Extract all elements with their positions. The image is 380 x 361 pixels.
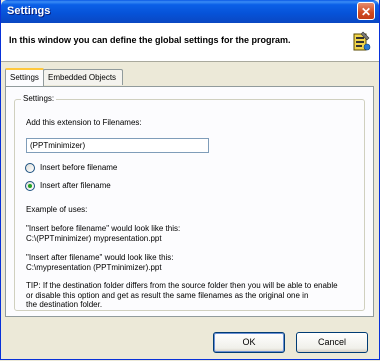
tab-settings[interactable]: Settings (5, 68, 44, 86)
extension-input[interactable] (26, 138, 209, 153)
tab-embedded-objects[interactable]: Embedded Objects (43, 69, 123, 85)
radio-insert-before[interactable] (25, 163, 35, 173)
example-before-line1: "Insert before filename" would look like… (26, 224, 181, 233)
settings-tab-panel: Settings: Add this extension to Filename… (5, 86, 374, 317)
header-description: In this window you can define the global… (9, 35, 291, 45)
extension-label: Add this extension to Filenames: (26, 118, 142, 127)
tip-line3: the destination folder. (26, 300, 103, 309)
title-bar[interactable]: Settings ✕ (1, 0, 379, 23)
group-label: Settings: (21, 94, 57, 103)
example-before-line2: C:\(PPTminimizer) mypresentation.ppt (26, 234, 162, 243)
close-icon: ✕ (360, 5, 372, 19)
ok-button[interactable]: OK (213, 332, 285, 353)
tip-line2: or disable this option and get as result… (26, 291, 309, 300)
example-heading: Example of uses: (26, 205, 88, 214)
header-banner: In this window you can define the global… (1, 23, 379, 62)
settings-group: Settings: Add this extension to Filename… (14, 94, 365, 311)
radio-insert-after[interactable] (25, 181, 35, 191)
example-after-line1: "Insert after filename" would look like … (26, 253, 174, 262)
tab-settings-label: Settings (10, 73, 39, 82)
ok-button-label: OK (242, 337, 256, 347)
settings-tools-icon (353, 31, 371, 51)
tab-embedded-objects-label: Embedded Objects (48, 73, 117, 82)
tip-line1: TIP: If the destination folder differs f… (26, 281, 338, 290)
radio-insert-after-label[interactable]: Insert after filename (40, 181, 111, 190)
example-after-line2: C:\mypresentation (PPTminimizer).ppt (26, 263, 162, 272)
cancel-button[interactable]: Cancel (296, 332, 368, 353)
radio-selected-dot (28, 184, 32, 188)
settings-dialog: Settings ✕ In this window you can define… (0, 0, 380, 360)
close-button[interactable]: ✕ (357, 2, 375, 20)
window-title: Settings (7, 5, 51, 17)
cancel-button-label: Cancel (317, 337, 346, 347)
radio-insert-before-label[interactable]: Insert before filename (40, 163, 117, 172)
